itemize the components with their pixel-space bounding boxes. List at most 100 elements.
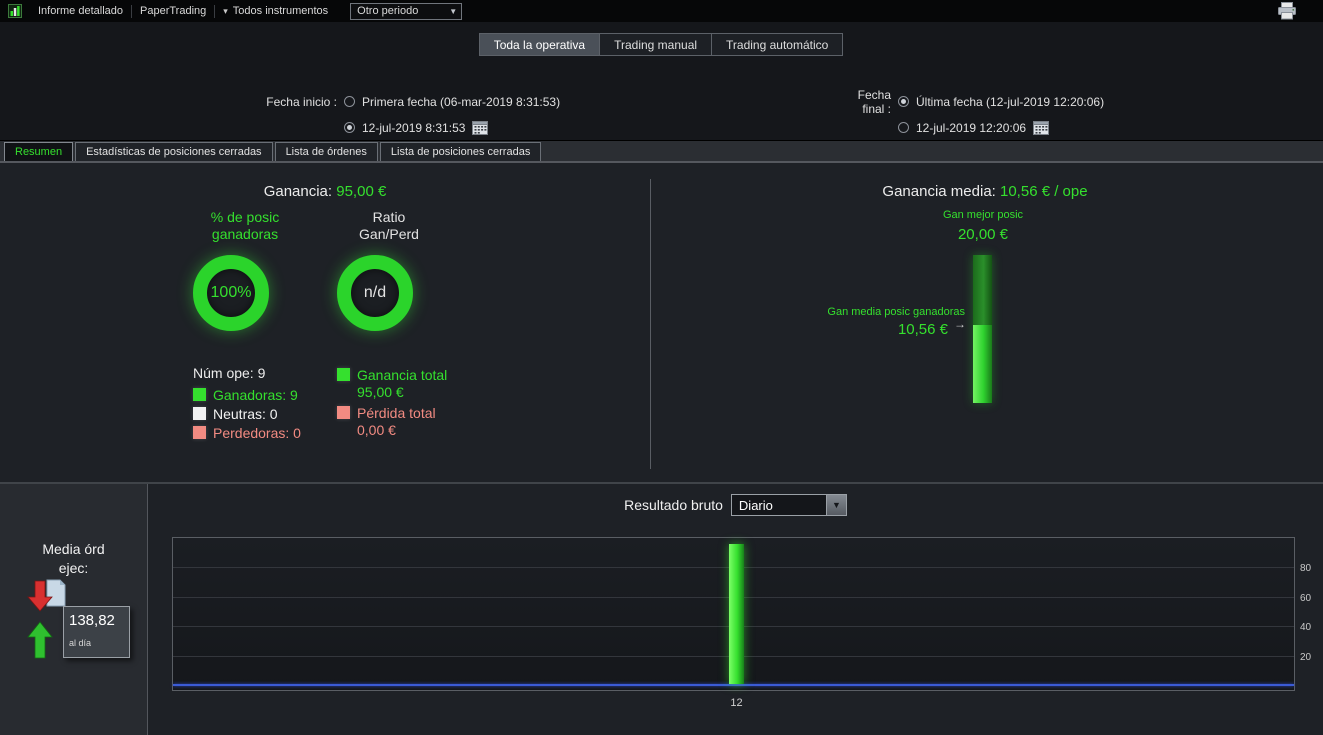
gan-mejor-posic-value: 20,00 €: [957, 226, 1009, 243]
donut-gain-loss-ratio: n/d: [337, 255, 413, 331]
best-bar-bright: [973, 325, 992, 403]
donut-winning-positions: 100%: [193, 255, 269, 331]
ganancia-total-label: Ganancia total: [357, 366, 448, 383]
filter-header: Toda la operativa Trading manual Trading…: [0, 22, 1323, 141]
report-tab-bar: Resumen Estadísticas de posiciones cerra…: [0, 141, 1323, 163]
perdida-total-label: Pérdida total: [357, 404, 436, 421]
bottom-section: Media órd ejec: 138,82 al día Resultado …: [0, 482, 1323, 735]
chart-period-value: Diario: [738, 497, 773, 513]
primera-fecha-option-label[interactable]: Primera fecha (06-mar-2019 8:31:53): [362, 95, 560, 109]
summary-panel: Ganancia: 95,00 € % de posic ganadoras R…: [0, 165, 1323, 482]
neutras-label: Neutras: 0: [213, 405, 278, 422]
ganancia-media-value: 10,56 € / ope: [1000, 183, 1088, 200]
fecha-final-calendar-button[interactable]: [1033, 120, 1050, 135]
fecha-inicio-group: Fecha inicio : Primera fecha (06-mar-201…: [263, 93, 560, 145]
period-select-value: Otro periodo: [357, 5, 419, 17]
radio-primera-fecha[interactable]: [344, 96, 355, 107]
y-axis-tick-label: 80: [1300, 563, 1312, 575]
account-menu-item[interactable]: PaperTrading: [132, 0, 214, 22]
fecha-inicio-calendar-button[interactable]: [472, 120, 489, 135]
y-axis-tick-label: 20: [1300, 651, 1312, 663]
fecha-final-custom-label[interactable]: 12-jul-2019 12:20:06: [916, 121, 1026, 135]
scope-tab-trading-manual[interactable]: Trading manual: [599, 33, 713, 56]
fecha-inicio-custom-label[interactable]: 12-jul-2019 8:31:53: [362, 121, 465, 135]
app-icon: [0, 0, 30, 22]
x-axis-tick-label: 12: [730, 697, 743, 709]
ganancia-line: Ganancia: 95,00 €: [0, 183, 650, 200]
buy-sell-arrows-icon: [20, 578, 68, 667]
zero-line: [173, 684, 1294, 686]
scope-tab-toda-la-operativa[interactable]: Toda la operativa: [478, 33, 601, 56]
media-ordenes-value-box: 138,82 al día: [63, 606, 130, 658]
result-bar: [729, 544, 744, 684]
arrow-right-icon: →: [954, 317, 966, 331]
top-menu-bar: Informe detallado PaperTrading ▾ Todos i…: [0, 0, 1323, 22]
window-title: Informe detallado: [38, 5, 123, 17]
ganancia-media-line: Ganancia media: 10,56 € / ope: [655, 183, 1315, 200]
legend-item-perdedoras: Perdedoras: 0: [193, 423, 301, 442]
calendar-icon: [1033, 121, 1050, 135]
media-ordenes-unit: al día: [69, 638, 92, 648]
operations-legend: Núm ope: 9 Ganadoras: 9 Neutras: 0 Perde…: [193, 365, 301, 442]
perdedoras-swatch: [193, 426, 206, 439]
print-button[interactable]: [1277, 2, 1297, 20]
ganancia-value: 95,00 €: [336, 183, 387, 200]
printer-icon: [1278, 2, 1296, 20]
scope-tab-trading-automatico[interactable]: Trading automático: [711, 33, 844, 56]
calendar-icon: [472, 121, 489, 135]
perdida-total-value: 0,00 €: [357, 422, 396, 438]
chart-title: Resultado bruto: [624, 497, 723, 513]
best-position-bar: [973, 255, 992, 403]
perdedoras-label: Perdedoras: 0: [213, 424, 301, 441]
media-ord-ejec-label: Media órd ejec:: [42, 541, 105, 576]
y-axis-tick-label: 40: [1300, 622, 1312, 634]
donut-win-title: % de posic ganadoras: [210, 209, 280, 242]
instruments-dropdown-label: Todos instrumentos: [232, 5, 329, 17]
legend-item-ganadoras: Ganadoras: 9: [193, 385, 301, 404]
media-ordenes-sidebar: Media órd ejec: 138,82 al día: [0, 484, 148, 735]
ganancia-media-label: Ganancia media:: [882, 183, 996, 200]
gan-mejor-posic-label: Gan mejor posic: [942, 209, 1024, 221]
ganancia-total-row: Ganancia total: [337, 365, 447, 384]
radio-fecha-inicio-personalizada[interactable]: [344, 122, 355, 133]
fecha-inicio-label: Fecha inicio :: [266, 94, 337, 109]
caret-down-icon: ▾: [223, 5, 228, 16]
ganancia-total-value: 95,00 €: [357, 384, 404, 400]
donut-win-value: 100%: [210, 284, 252, 301]
perdida-total-row: Pérdida total: [337, 403, 447, 422]
tab-lista-posiciones-cerradas[interactable]: Lista de posiciones cerradas: [379, 142, 542, 161]
best-bar-dark: [973, 255, 992, 325]
gan-media-posic-label: Gan media posic ganadoras: [827, 306, 965, 318]
ganadoras-label: Ganadoras: 9: [213, 386, 298, 403]
period-select[interactable]: Otro periodo ▼: [350, 2, 463, 20]
app-logo-icon: [8, 4, 22, 18]
legend-item-neutras: Neutras: 0: [193, 404, 301, 423]
fecha-final-group: Fecha final : Última fecha (12-jul-2019 …: [848, 88, 1104, 145]
tab-estadisticas-posiciones-cerradas[interactable]: Estadísticas de posiciones cerradas: [75, 142, 273, 161]
ultima-fecha-option-label[interactable]: Última fecha (12-jul-2019 12:20:06): [916, 95, 1104, 109]
resultado-bruto-plot: 20 40 60 80 12: [172, 537, 1311, 709]
chart-period-select[interactable]: Diario ▼: [730, 494, 847, 516]
fecha-final-label: Fecha final :: [857, 87, 891, 116]
radio-fecha-final-personalizada[interactable]: [898, 122, 909, 133]
chart-header: Resultado bruto Diario ▼: [148, 494, 1323, 516]
y-axis-tick-label: 60: [1300, 592, 1312, 604]
dropdown-arrow-icon: ▼: [449, 6, 458, 16]
donut-ratio-value: n/d: [363, 284, 387, 301]
radio-ultima-fecha[interactable]: [898, 96, 909, 107]
totals-legend: Ganancia total 95,00 € Pérdida total 0,0…: [337, 365, 447, 441]
tab-lista-de-ordenes[interactable]: Lista de órdenes: [274, 142, 378, 161]
scope-tab-group: Toda la operativa Trading manual Trading…: [0, 33, 1323, 56]
media-ordenes-value: 138,82: [69, 612, 115, 629]
dropdown-arrow-icon: ▼: [825, 495, 846, 515]
gan-media-posic-value: 10,56 €: [897, 321, 948, 338]
neutras-swatch: [193, 407, 206, 420]
num-ope-label: Núm ope: 9: [193, 365, 266, 381]
ganancia-label: Ganancia:: [263, 183, 333, 200]
perdida-total-swatch: [337, 406, 350, 419]
tab-resumen[interactable]: Resumen: [4, 142, 74, 161]
ganadoras-swatch: [193, 388, 206, 401]
ganancia-total-swatch: [337, 368, 350, 381]
instruments-dropdown[interactable]: ▾ Todos instrumentos: [215, 0, 336, 22]
donut-ratio-title: Ratio Gan/Perd: [359, 209, 419, 242]
